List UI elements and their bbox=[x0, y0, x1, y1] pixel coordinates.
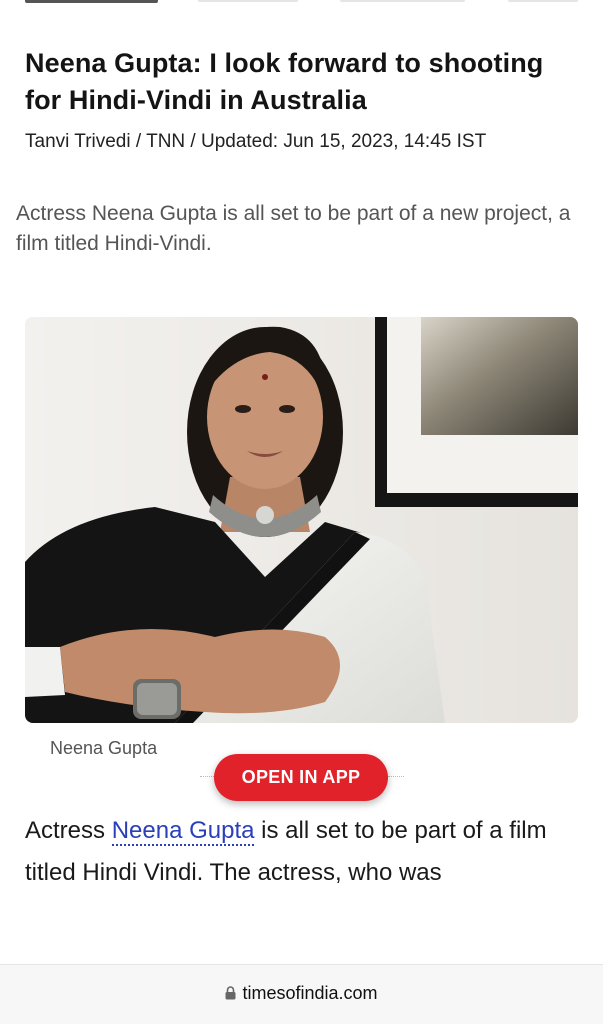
image-caption: Neena Gupta bbox=[50, 738, 158, 758]
tab-indicator[interactable] bbox=[198, 0, 298, 2]
url-display[interactable]: timesofindia.com bbox=[0, 983, 603, 1005]
article-summary: Actress Neena Gupta is all set to be par… bbox=[16, 202, 571, 255]
article-byline: Tanvi Trivedi / TNN / Updated: Jun 15, 2… bbox=[25, 131, 487, 152]
article-headline: Neena Gupta: I look forward to shooting … bbox=[25, 48, 544, 115]
neena-gupta-link[interactable]: Neena Gupta bbox=[111, 817, 255, 846]
tab-indicator-active[interactable] bbox=[25, 0, 158, 3]
tab-indicator[interactable] bbox=[508, 0, 578, 2]
portrait-illustration bbox=[25, 317, 578, 723]
body-text-prefix: Actress bbox=[25, 817, 112, 844]
page: Neena Gupta: I look forward to shooting … bbox=[0, 0, 603, 1024]
open-in-app-button[interactable]: OPEN IN APP bbox=[214, 754, 388, 801]
cta-divider-right bbox=[388, 776, 404, 777]
cta-divider-left bbox=[200, 776, 214, 777]
article-body-paragraph: Actress Neena Gupta is all set to be par… bbox=[25, 810, 585, 894]
tab-indicator[interactable] bbox=[340, 0, 465, 2]
url-text: timesofindia.com bbox=[242, 983, 378, 1003]
lock-icon bbox=[225, 984, 236, 1005]
article-photo[interactable] bbox=[25, 317, 578, 723]
browser-address-bar[interactable]: timesofindia.com bbox=[0, 964, 603, 1024]
tab-indicator-bar bbox=[0, 0, 603, 6]
